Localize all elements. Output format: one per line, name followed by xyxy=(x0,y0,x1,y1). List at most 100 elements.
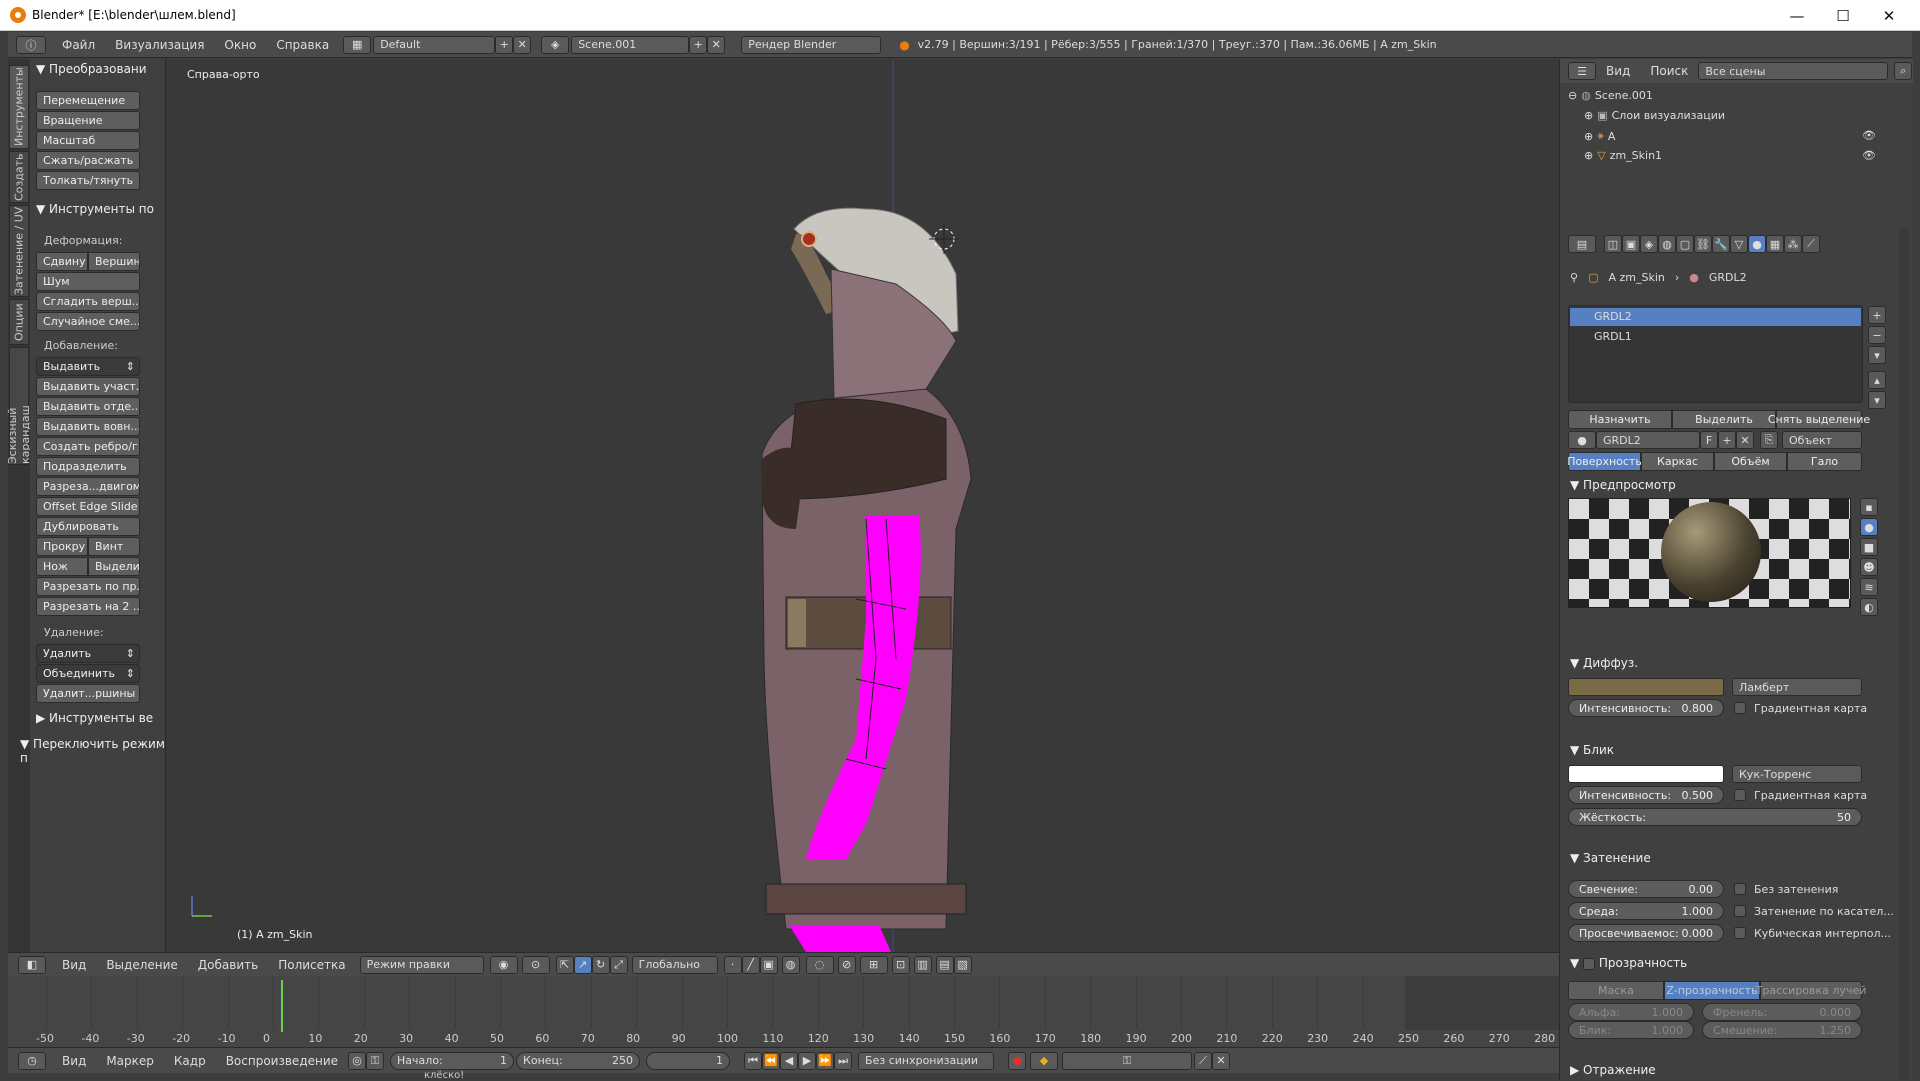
material-slot-selected[interactable]: GRDL2 xyxy=(1570,308,1861,326)
material-slot[interactable]: GRDL1 xyxy=(1570,328,1861,346)
tab-surface[interactable]: Поверхность xyxy=(1567,452,1642,471)
physics-tab-icon[interactable]: ⟋ xyxy=(1802,235,1820,253)
select-button[interactable]: Выделить xyxy=(1672,410,1776,429)
outliner-search-icon[interactable]: ⌕ xyxy=(1894,62,1913,80)
add-layout-button[interactable]: + xyxy=(495,35,514,54)
ambient-field[interactable]: Среда: 1.000 xyxy=(1568,902,1724,920)
merge-dropdown[interactable]: Объединить ⇕ xyxy=(36,664,140,683)
record-icon[interactable]: ● xyxy=(1008,1051,1027,1070)
particles-tab-icon[interactable]: ⁂ xyxy=(1784,235,1802,253)
3d-viewport[interactable]: Справа-орто (1) A zm_Skin xyxy=(166,59,1559,952)
edge-select-icon[interactable]: ╱ xyxy=(741,955,760,974)
extrude-region-button[interactable]: Выдавить участ... xyxy=(36,377,140,396)
deselect-button[interactable]: Снять выделение xyxy=(1768,410,1870,429)
texture-tab-icon[interactable]: ▦ xyxy=(1766,235,1784,253)
data-tab-icon[interactable]: ▽ xyxy=(1730,235,1748,253)
mode-select[interactable]: Режим правки xyxy=(359,955,484,974)
specular-shader-select[interactable]: Кук-Торренс xyxy=(1732,765,1862,783)
shading-mode-icon[interactable]: ◉ xyxy=(489,955,518,974)
tree-scene[interactable]: ⊖ ◍ Scene.001 xyxy=(1568,89,1653,102)
minimize-button[interactable]: — xyxy=(1774,0,1820,31)
material-browse-icon[interactable]: ● xyxy=(1568,431,1596,449)
subdivide-button[interactable]: Подразделить xyxy=(36,457,140,476)
timeline-editor-icon[interactable]: ◷ xyxy=(18,1051,46,1070)
outliner-filter-select[interactable]: Все сцены xyxy=(1698,62,1889,80)
mesh-tools-panel-header[interactable]: ▼ Инструменты по xyxy=(36,202,154,216)
remove-doubles-button[interactable]: Удалит...ршины xyxy=(36,684,140,703)
shrink-fatten-button[interactable]: Сжать/расжать xyxy=(36,151,140,170)
remove-scene-button[interactable]: ✕ xyxy=(707,35,726,54)
tangent-shading-checkbox[interactable] xyxy=(1734,905,1746,917)
knife-button[interactable]: Нож xyxy=(36,557,88,576)
jump-key-back-icon[interactable]: ⏪ xyxy=(762,1051,781,1070)
unlink-material-button[interactable]: ✕ xyxy=(1736,431,1754,449)
current-frame-field[interactable]: 1 xyxy=(646,1051,731,1070)
marker-menu[interactable]: Маркер xyxy=(96,1054,164,1068)
orientation-select[interactable]: Глобально xyxy=(631,955,718,974)
scale-button[interactable]: Масштаб xyxy=(36,131,140,150)
material-tab-icon[interactable]: ● xyxy=(1748,235,1766,253)
duplicate-button[interactable]: Дублировать xyxy=(36,517,140,536)
preview-panel-header[interactable]: ▼ Предпросмотр xyxy=(1570,478,1676,492)
start-frame-field[interactable]: Начало: 1 xyxy=(390,1051,515,1070)
outliner-view-menu[interactable]: Вид xyxy=(1596,64,1640,78)
extrude-inset-button[interactable]: Выдавить вовн... xyxy=(36,417,140,436)
specular-intensity-field[interactable]: Интенсивность: 0.500 xyxy=(1568,786,1724,804)
menu-render[interactable]: Визуализация xyxy=(105,38,214,52)
preview-sphere-icon[interactable]: ● xyxy=(1860,518,1878,536)
noise-button[interactable]: Шум xyxy=(36,272,140,291)
cubic-interp-checkbox[interactable] xyxy=(1734,927,1746,939)
nodes-button[interactable]: ⎘ xyxy=(1760,431,1778,449)
manipulator-icon[interactable]: ⇱ xyxy=(555,955,574,974)
link-select[interactable]: Объект xyxy=(1782,431,1862,449)
snap-target-icon[interactable]: ⊡ xyxy=(891,955,910,974)
delete-key-icon[interactable]: ✕ xyxy=(1212,1051,1231,1070)
frame-range-icon[interactable]: ◎ xyxy=(348,1051,367,1070)
diffuse-panel-header[interactable]: ▼ Диффуз. xyxy=(1570,656,1638,670)
scene-icon[interactable]: ◈ xyxy=(541,35,570,54)
mirror-panel-header[interactable]: ▶ Отражение xyxy=(1570,1063,1656,1077)
end-frame-field[interactable]: Конец: 250 xyxy=(516,1051,641,1070)
fake-user-button[interactable]: F xyxy=(1700,431,1718,449)
alpha-field[interactable]: Альфа: 1.000 xyxy=(1568,1003,1694,1021)
face-select-icon[interactable]: ▣ xyxy=(759,955,778,974)
tab-tools[interactable]: Инструменты xyxy=(9,65,29,149)
mesh-menu[interactable]: Полисетка xyxy=(268,958,355,972)
translate-manipulator-icon[interactable]: ↗ xyxy=(573,955,592,974)
jump-start-icon[interactable]: ⏮ xyxy=(744,1051,763,1070)
visibility-eye-icon[interactable]: 👁 xyxy=(1862,149,1876,162)
layout-field[interactable]: Default xyxy=(373,35,496,54)
scene-field[interactable]: Scene.001 xyxy=(571,35,690,54)
hardness-field[interactable]: Жёсткость: 50 xyxy=(1568,808,1862,826)
keying-icon[interactable]: ◆ xyxy=(1030,1051,1059,1070)
extrude-individual-button[interactable]: Выдавить отде... xyxy=(36,397,140,416)
editor-type-icon[interactable]: ⓘ xyxy=(16,35,46,54)
jump-end-icon[interactable]: ⏭ xyxy=(834,1051,853,1070)
specular-panel-header[interactable]: ▼ Блик xyxy=(1570,743,1614,757)
smooth-vertex-button[interactable]: Сгладить верш... xyxy=(36,292,140,311)
tab-halo[interactable]: Гало xyxy=(1787,452,1862,471)
playback-menu[interactable]: Воспроизведение xyxy=(216,1054,348,1068)
pin-icon[interactable]: ⚲ xyxy=(1570,271,1578,284)
vertex-slide-button[interactable]: Вершин xyxy=(88,252,140,271)
transparency-checkbox[interactable] xyxy=(1583,957,1596,970)
blend-field[interactable]: Смешение: 1.250 xyxy=(1702,1021,1862,1039)
tab-volume[interactable]: Объём xyxy=(1714,452,1787,471)
add-scene-button[interactable]: + xyxy=(689,35,708,54)
occlude-icon[interactable]: ◍ xyxy=(781,955,800,974)
modifier-tab-icon[interactable]: 🔧 xyxy=(1712,235,1730,253)
opengl-render-icon[interactable]: ▧ xyxy=(953,955,972,974)
layers-icon[interactable]: ▥ xyxy=(913,955,932,974)
slide-button[interactable]: Сдвину xyxy=(36,252,88,271)
spin-button[interactable]: Прокру xyxy=(36,537,88,556)
tree-render-layers[interactable]: ⊕ ▣ Слои визуализации xyxy=(1584,109,1725,122)
transparency-panel-header[interactable]: ▼ Прозрачность xyxy=(1570,956,1687,970)
toggle-panel-header[interactable]: ▼ Переключить режим п xyxy=(20,737,165,765)
fresnel-field[interactable]: Френель: 0.000 xyxy=(1702,1003,1862,1021)
offset-edge-slide-button[interactable]: Offset Edge Slide xyxy=(36,497,140,516)
tab-shading-uv[interactable]: Затенение / UV xyxy=(9,205,29,297)
diffuse-color-swatch[interactable] xyxy=(1568,678,1724,696)
shadeless-checkbox[interactable] xyxy=(1734,883,1746,895)
3d-view-editor-icon[interactable]: ◧ xyxy=(18,955,46,974)
translate-button[interactable]: Перемещение xyxy=(36,91,140,110)
